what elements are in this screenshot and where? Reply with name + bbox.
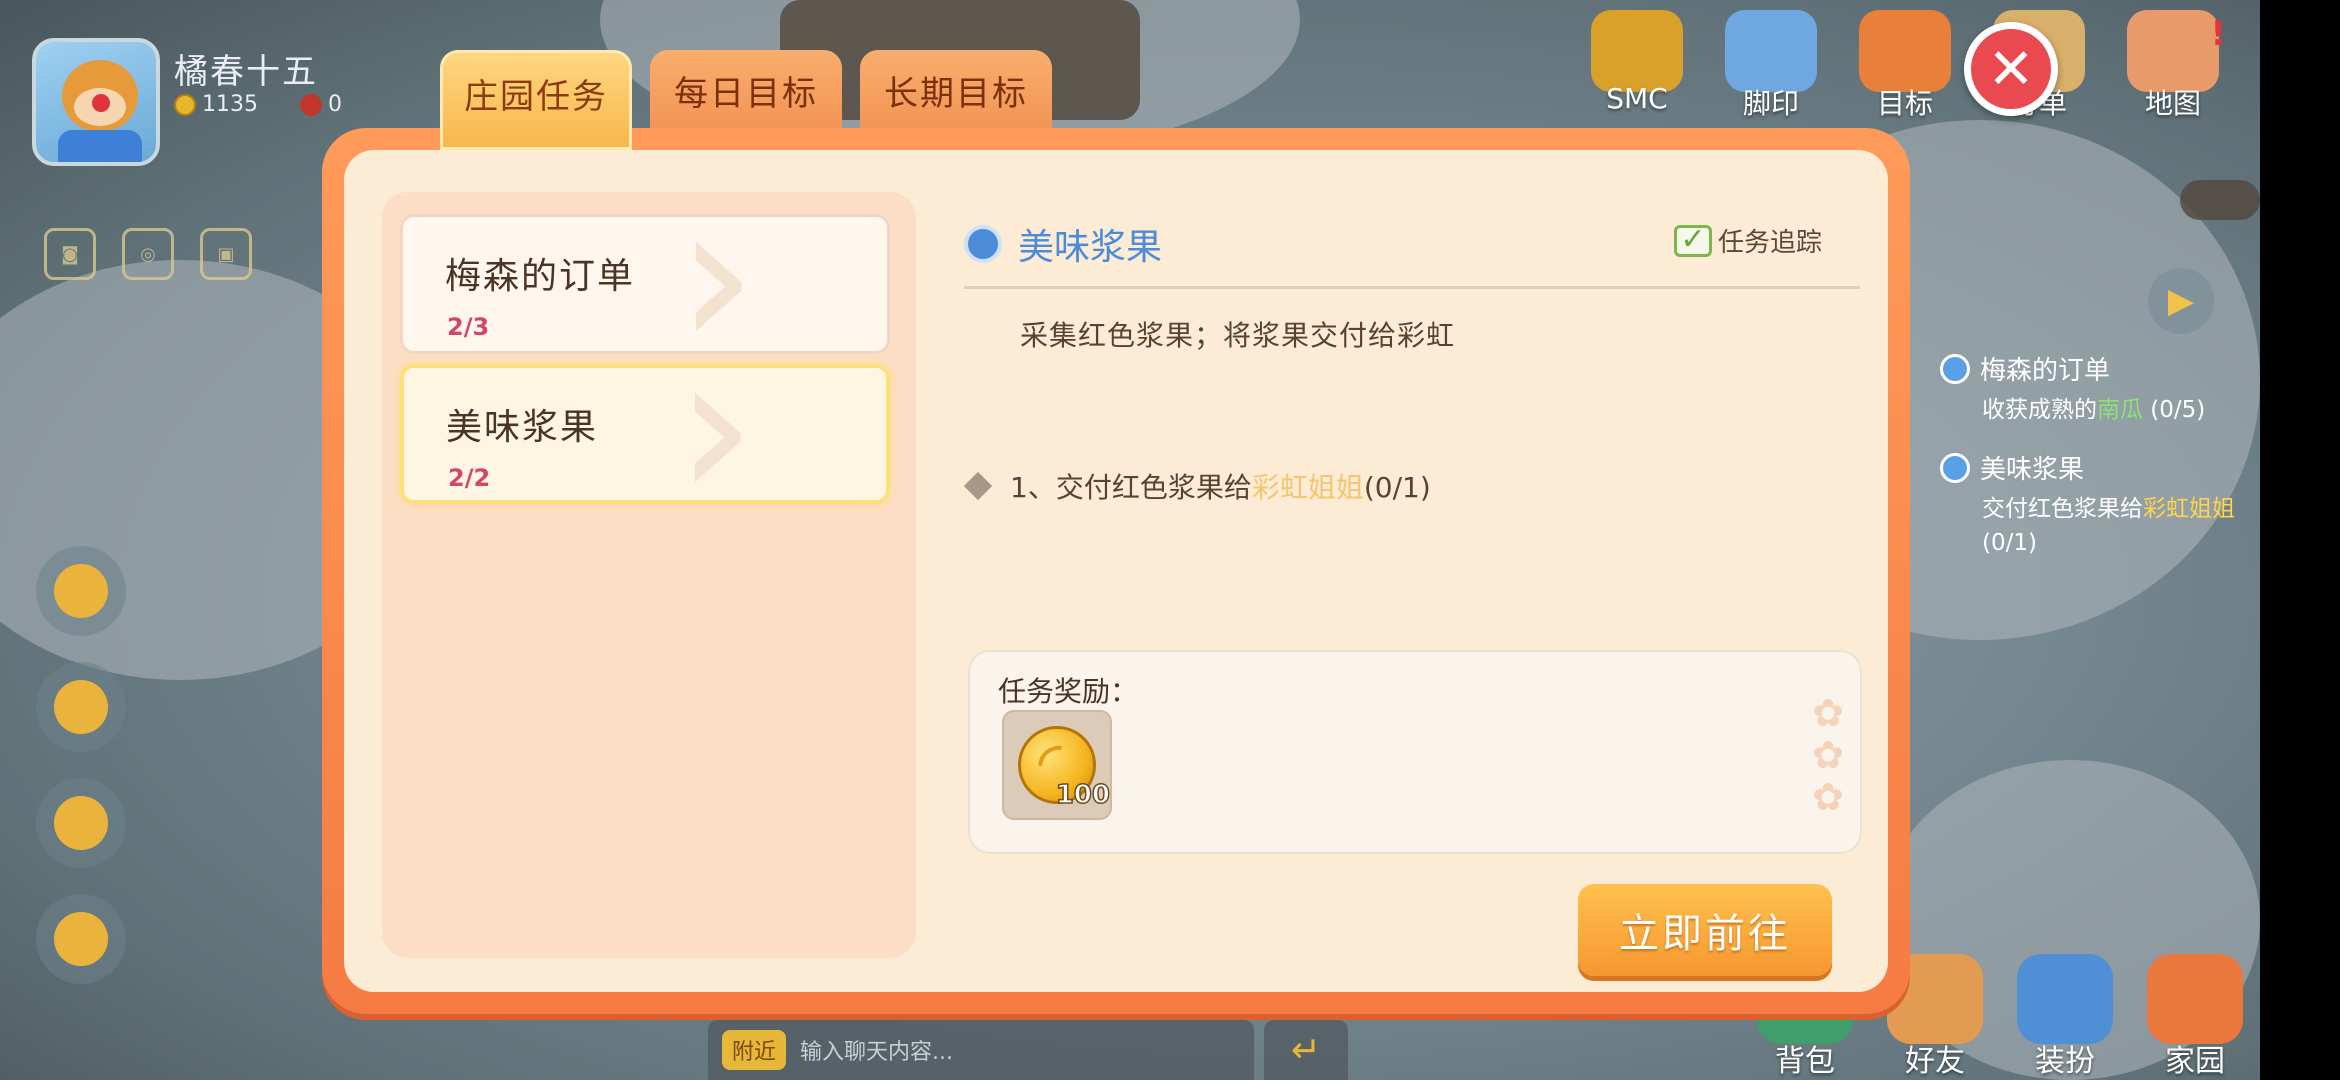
- castle-map-icon: [2127, 10, 2219, 92]
- alert-badge: !: [2210, 14, 2226, 54]
- smile-icon: [54, 680, 108, 734]
- track-toggle[interactable]: ✓ 任务追踪: [1673, 222, 1822, 259]
- coin-count: 1135: [202, 92, 258, 117]
- decor-stars-icon: ✿ ✿ ✿: [1812, 691, 1844, 819]
- reward-label: 任务奖励：: [998, 675, 1139, 708]
- objective-target: 彩虹姐姐: [1251, 471, 1364, 504]
- nav-goals[interactable]: 目标: [1838, 10, 1972, 122]
- player-avatar[interactable]: [32, 38, 160, 166]
- camera-controls: ◙ ◎ ▣: [44, 228, 252, 280]
- goal-book-icon: [1859, 10, 1951, 92]
- scooter-button[interactable]: [36, 546, 126, 636]
- coin-icon: [174, 93, 196, 116]
- crosshair-icon: [54, 912, 108, 966]
- quest-tracker: 梅森的订单 收获成熟的南瓜 (0/5) 美味浆果 交付红色浆果给彩虹姐姐 (0/…: [1940, 350, 2240, 582]
- play-arrow-icon: ▶: [2167, 281, 2195, 321]
- bean-count: 0: [328, 92, 342, 117]
- action-button[interactable]: [36, 778, 126, 868]
- paw-print-icon: [1725, 10, 1817, 92]
- track-label: 任务追踪: [1717, 228, 1822, 258]
- close-icon: ✕: [1987, 36, 2035, 102]
- close-button[interactable]: ✕: [1964, 22, 2058, 116]
- task-name: 美味浆果: [446, 407, 599, 448]
- task-progress: 2/2: [448, 464, 491, 492]
- nav-home[interactable]: 家园: [2130, 954, 2260, 1080]
- expand-tracker-button[interactable]: ▶: [2148, 268, 2214, 334]
- nav-wardrobe[interactable]: 装扮: [2000, 954, 2130, 1080]
- tracker-item[interactable]: 梅森的订单 收获成熟的南瓜 (0/5): [1940, 350, 2240, 427]
- task-detail-title: 美味浆果: [964, 218, 1162, 270]
- paw-badge-icon: [964, 225, 1002, 263]
- focus-icon[interactable]: ◎: [122, 228, 174, 280]
- chat-send-button[interactable]: ↵: [1264, 1020, 1348, 1080]
- paw-icon: [1940, 353, 1970, 384]
- locate-button[interactable]: [36, 894, 126, 984]
- player-currency: 1135 0: [174, 92, 342, 117]
- task-progress: 2/3: [447, 313, 490, 341]
- reward-box: 任务奖励： 100 ✿ ✿ ✿: [968, 650, 1862, 854]
- task-panel: › 梅森的订单 2/3 › 美味浆果 2/2 美味浆果 ✓ 任务追踪 采集红色浆…: [322, 128, 1910, 1014]
- top-nav: SMC 脚印 目标 订单 地图 !: [1570, 10, 2240, 122]
- tracker-item[interactable]: 美味浆果 交付红色浆果给彩虹姐姐 (0/1): [1940, 449, 2240, 560]
- task-name: 梅森的订单: [445, 256, 636, 297]
- reward-item[interactable]: 100: [1002, 710, 1112, 820]
- gingerbread-icon: [54, 796, 108, 850]
- smc-badge-icon: [1591, 10, 1683, 92]
- chat-channel-tag[interactable]: 附近: [722, 1030, 787, 1070]
- hd-icon[interactable]: ▣: [200, 228, 252, 280]
- task-description: 采集红色浆果；将浆果交付给彩虹: [1020, 319, 1456, 352]
- emote-button[interactable]: [36, 662, 126, 752]
- task-card-mason-order[interactable]: › 梅森的订单 2/3: [400, 214, 890, 354]
- chat-input[interactable]: 附近 输入聊天内容...: [708, 1020, 1254, 1080]
- task-objective: 1、交付红色浆果给彩虹姐姐(0/1): [963, 466, 1431, 506]
- divider: [964, 286, 1860, 289]
- go-now-button[interactable]: 立即前往: [1578, 884, 1832, 976]
- nav-map[interactable]: 地图 !: [2106, 10, 2240, 122]
- checkbox-checked-icon[interactable]: ✓: [1673, 224, 1712, 257]
- home-icon: [2147, 954, 2243, 1044]
- scooter-icon: [54, 564, 108, 618]
- nav-footprint[interactable]: 脚印: [1704, 10, 1838, 122]
- task-list: › 梅森的订单 2/3 › 美味浆果 2/2: [382, 192, 916, 958]
- bean-icon: [300, 93, 322, 116]
- player-name: 橘春十五: [174, 52, 318, 92]
- chat-placeholder: 输入聊天内容...: [800, 1040, 953, 1065]
- diamond-bullet-icon: [963, 471, 993, 501]
- paw-icon: [1940, 452, 1970, 483]
- task-card-tasty-berry[interactable]: › 美味浆果 2/2: [400, 364, 890, 504]
- enter-arrow-icon: ↵: [1290, 1029, 1322, 1071]
- reward-quantity: 100: [1055, 779, 1111, 811]
- wardrobe-icon: [2017, 954, 2113, 1044]
- screen-edge-bar: [2260, 0, 2340, 1080]
- nav-smc[interactable]: SMC: [1570, 10, 1704, 122]
- camera-icon[interactable]: ◙: [44, 228, 96, 280]
- tab-manor-tasks[interactable]: 庄园任务: [440, 50, 632, 150]
